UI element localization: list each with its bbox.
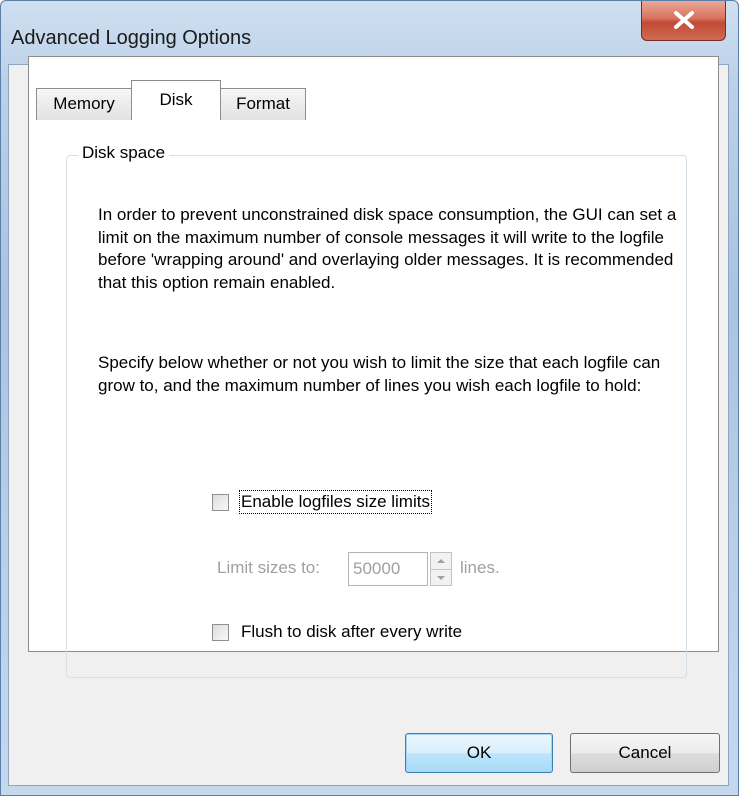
- enable-limits-label[interactable]: Enable logfiles size limits: [239, 490, 432, 514]
- tab-format[interactable]: Format: [220, 88, 306, 120]
- spin-up-icon: [437, 559, 445, 563]
- group-label: Disk space: [78, 143, 170, 163]
- flush-label[interactable]: Flush to disk after every write: [241, 622, 462, 642]
- close-button[interactable]: [641, 1, 726, 41]
- tab-disk[interactable]: Disk: [131, 80, 221, 120]
- close-icon: [674, 11, 694, 29]
- active-tab-joint: [132, 119, 220, 121]
- enable-limits-checkbox[interactable]: [212, 494, 229, 511]
- lines-suffix-label: lines.: [460, 558, 500, 577]
- limit-sizes-label: Limit sizes to:: [217, 558, 320, 577]
- tab-disk-label: Disk: [159, 90, 193, 109]
- tab-memory-label: Memory: [53, 94, 115, 113]
- tab-memory[interactable]: Memory: [36, 88, 132, 120]
- tab-format-label: Format: [236, 94, 290, 113]
- spin-down-icon: [437, 576, 445, 580]
- spin-down-button[interactable]: [431, 569, 451, 586]
- window-title: Advanced Logging Options: [11, 27, 252, 49]
- spin-up-button[interactable]: [431, 553, 451, 569]
- description-text: In order to prevent unconstrained disk s…: [98, 205, 677, 292]
- ok-button-label: OK: [466, 743, 492, 762]
- limit-spinner[interactable]: [430, 552, 452, 586]
- ok-button[interactable]: OK: [405, 733, 553, 773]
- cancel-button[interactable]: Cancel: [570, 733, 720, 773]
- flush-checkbox[interactable]: [212, 624, 229, 641]
- limit-lines-input[interactable]: [348, 552, 428, 586]
- instruction-text: Specify below whether or not you wish to…: [98, 353, 661, 395]
- cancel-button-label: Cancel: [618, 743, 672, 762]
